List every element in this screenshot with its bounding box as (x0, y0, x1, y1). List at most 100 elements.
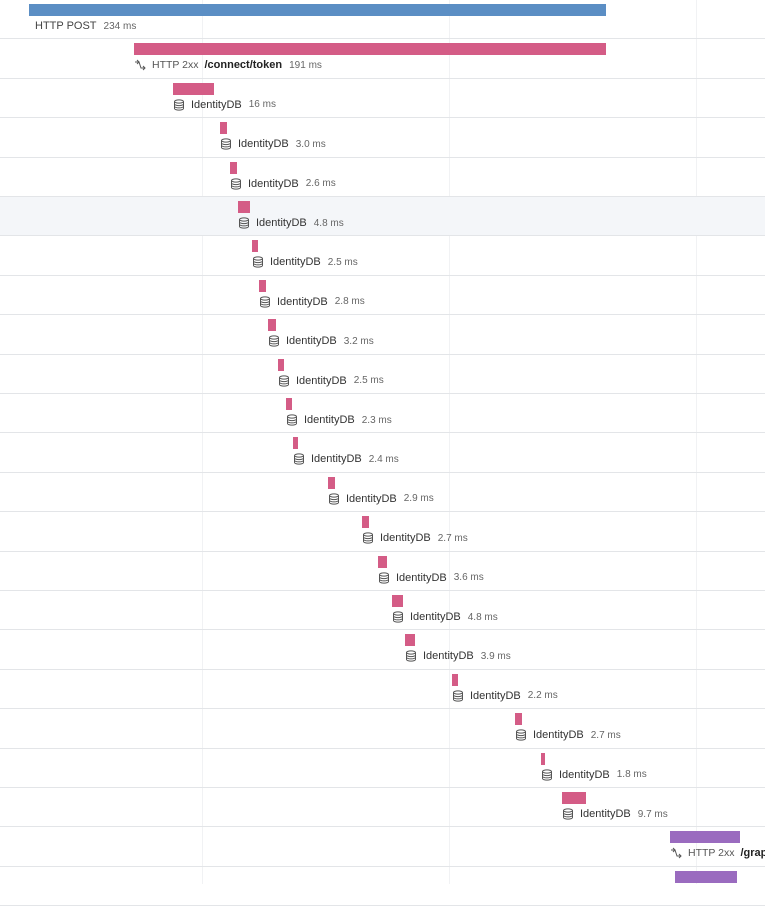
span-bar[interactable] (562, 792, 586, 804)
span-bar[interactable] (670, 831, 740, 844)
span-label: IdentityDB 2.5 ms (278, 373, 384, 389)
span-name: IdentityDB (580, 808, 631, 820)
span-duration: 2.8 ms (334, 296, 365, 308)
span-bar[interactable] (675, 870, 737, 883)
span-row[interactable]: IdentityDB 3.2 ms (0, 315, 765, 355)
span-label: IdentityDB 4.8 ms (238, 215, 344, 231)
span-bar[interactable] (29, 4, 606, 16)
database-icon (230, 177, 242, 190)
span-name: /grap (740, 847, 765, 860)
span-bar[interactable] (378, 555, 387, 568)
span-duration: 4.8 ms (313, 217, 344, 229)
database-icon (362, 532, 374, 544)
span-label: IdentityDB 2.3 ms (286, 412, 392, 428)
database-icon (515, 729, 527, 741)
span-bar[interactable] (278, 358, 284, 371)
span-name: IdentityDB (270, 256, 321, 269)
span-label: IdentityDB 2.4 ms (293, 451, 399, 467)
database-icon (378, 571, 390, 584)
span-bar[interactable] (134, 43, 606, 56)
span-row[interactable]: IdentityDB 3.9 ms (0, 630, 765, 670)
span-bar[interactable] (515, 713, 522, 726)
span-bar[interactable] (362, 516, 369, 529)
span-row[interactable]: IdentityDB 3.6 ms (0, 552, 765, 591)
span-label: IdentityDB 16 ms (173, 97, 276, 113)
database-icon (259, 296, 271, 308)
span-duration: 2.5 ms (327, 256, 358, 268)
span-bar[interactable] (328, 476, 335, 489)
span-bar[interactable] (452, 673, 458, 686)
database-icon (452, 690, 464, 702)
span-bar[interactable] (541, 752, 545, 765)
span-row[interactable]: IdentityDB 4.8 ms (0, 591, 765, 631)
span-row[interactable]: IdentityDB 2.8 ms (0, 276, 765, 316)
span-name: IdentityDB (277, 295, 328, 308)
http-arrow-icon (134, 59, 146, 71)
span-label: IdentityDB 2.8 ms (259, 294, 365, 310)
span-duration: 3.6 ms (453, 572, 484, 584)
span-label: IdentityDB 3.9 ms (405, 648, 511, 664)
span-name: IdentityDB (559, 768, 610, 781)
span-label: IdentityDB 2.7 ms (362, 530, 468, 546)
span-name: IdentityDB (286, 335, 337, 348)
span-bar[interactable] (220, 122, 227, 135)
span-row[interactable] (0, 867, 765, 906)
span-bar[interactable] (238, 201, 250, 213)
span-row[interactable]: IdentityDB 2.5 ms (0, 355, 765, 394)
span-label: IdentityDB 2.5 ms (252, 254, 358, 270)
span-name: IdentityDB (311, 453, 362, 466)
span-label: IdentityDB 9.7 ms (562, 806, 668, 822)
span-name: IdentityDB (396, 571, 447, 584)
span-row[interactable]: IdentityDB 2.4 ms (0, 433, 765, 473)
span-bar[interactable] (405, 634, 415, 647)
span-bar[interactable] (268, 319, 276, 332)
span-duration: 2.3 ms (361, 414, 392, 426)
span-row[interactable]: HTTP POST 234 ms (0, 0, 765, 40)
database-icon (286, 414, 298, 426)
span-bar[interactable] (173, 82, 214, 95)
span-row[interactable]: HTTP 2xx/grap (0, 827, 765, 867)
span-bar[interactable] (392, 595, 403, 607)
span-bar[interactable] (230, 161, 237, 174)
span-duration: 3.0 ms (295, 138, 326, 150)
database-icon (252, 256, 264, 268)
span-label: IdentityDB 3.0 ms (220, 136, 326, 152)
span-row[interactable]: IdentityDB 2.7 ms (0, 709, 765, 749)
span-name: IdentityDB (380, 532, 431, 545)
span-row[interactable]: IdentityDB 2.2 ms (0, 670, 765, 710)
span-row[interactable]: IdentityDB 16 ms (0, 79, 765, 119)
span-name: /connect/token (204, 59, 283, 72)
span-duration: 3.9 ms (480, 650, 511, 662)
span-row[interactable]: IdentityDB 9.7 ms (0, 788, 765, 828)
span-label: IdentityDB 3.2 ms (268, 333, 374, 349)
span-duration: 1.8 ms (616, 769, 647, 781)
span-name: IdentityDB (191, 98, 242, 111)
span-row[interactable]: IdentityDB 2.7 ms (0, 512, 765, 552)
span-row[interactable]: IdentityDB 2.6 ms (0, 158, 765, 197)
span-name: IdentityDB (410, 611, 461, 623)
span-name: HTTP POST (35, 20, 97, 32)
span-label: HTTP 2xx/connect/token 191 ms (134, 57, 322, 73)
span-row[interactable]: IdentityDB 3.0 ms (0, 118, 765, 158)
http-arrow-icon (670, 847, 682, 859)
database-icon (220, 138, 232, 150)
span-bar[interactable] (293, 437, 298, 450)
span-bar[interactable] (252, 240, 258, 253)
span-name: IdentityDB (533, 729, 584, 742)
span-row[interactable]: IdentityDB 4.8 ms (0, 197, 765, 237)
database-icon (238, 217, 250, 229)
span-duration: 191 ms (289, 59, 322, 71)
span-row[interactable]: HTTP 2xx/connect/token 191 ms (0, 39, 765, 79)
span-row[interactable]: IdentityDB 1.8 ms (0, 749, 765, 788)
span-name: IdentityDB (346, 492, 397, 505)
span-kind: HTTP 2xx (688, 847, 735, 860)
span-bar[interactable] (259, 279, 266, 292)
span-row[interactable]: IdentityDB 2.3 ms (0, 394, 765, 434)
span-label: HTTP 2xx/grap (670, 845, 765, 861)
span-bar[interactable] (286, 398, 292, 410)
database-icon (541, 768, 553, 781)
span-row[interactable]: IdentityDB 2.5 ms (0, 236, 765, 276)
span-kind: HTTP 2xx (152, 59, 199, 72)
span-row[interactable]: IdentityDB 2.9 ms (0, 473, 765, 513)
span-label: HTTP POST 234 ms (35, 18, 136, 34)
